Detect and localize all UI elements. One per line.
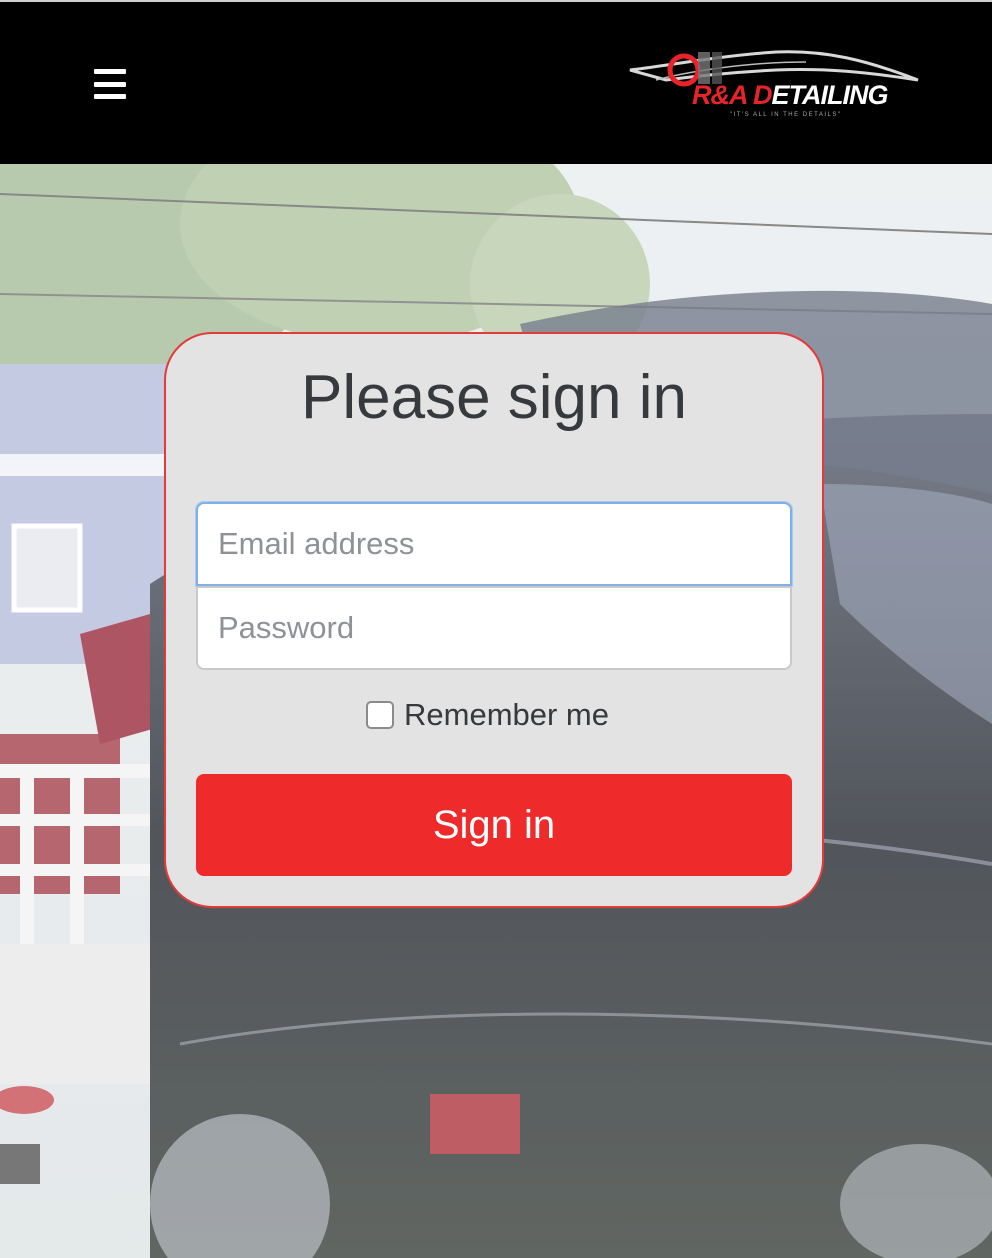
menu-bar (94, 94, 126, 99)
brand-name-white: ETAILING (771, 80, 889, 110)
menu-bar (94, 69, 126, 74)
menu-bar (94, 81, 126, 87)
remember-me-label: Remember me (404, 697, 609, 732)
brand-name: R&A DETAILING (692, 80, 889, 111)
checkbox-box[interactable] (366, 701, 394, 729)
password-input[interactable] (196, 586, 792, 670)
signin-button[interactable]: Sign in (196, 774, 792, 876)
hamburger-menu-icon[interactable] (88, 64, 132, 104)
brand-tagline: "IT'S ALL IN THE DETAILS" (730, 112, 842, 118)
login-page: R&A DETAILING "IT'S ALL IN THE DETAILS" (0, 0, 992, 1258)
brand-name-red: R&A D (692, 80, 772, 110)
signin-title: Please sign in (300, 363, 688, 432)
email-input[interactable] (196, 502, 792, 586)
remember-me-checkbox[interactable]: Remember me (366, 696, 609, 734)
brand-logo[interactable]: R&A DETAILING "IT'S ALL IN THE DETAILS" (626, 46, 926, 126)
top-navbar: R&A DETAILING "IT'S ALL IN THE DETAILS" (0, 0, 992, 164)
